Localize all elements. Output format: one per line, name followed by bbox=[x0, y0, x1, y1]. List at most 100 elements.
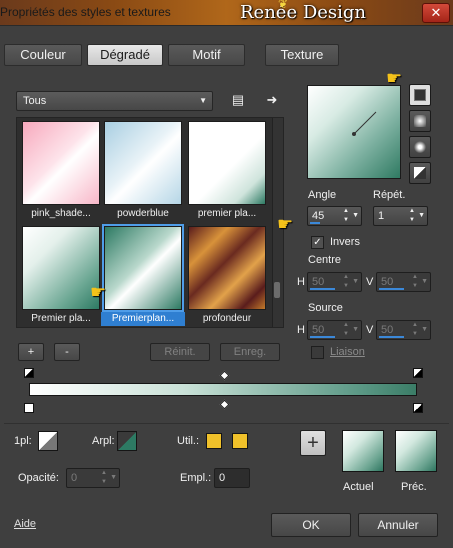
gradient-thumb[interactable] bbox=[188, 226, 266, 310]
spinner-arrows-icon[interactable]: ▲ ▼ bbox=[412, 273, 418, 291]
chevron-down-icon[interactable]: ▼ bbox=[421, 321, 428, 339]
add-stop-button[interactable]: + bbox=[18, 343, 44, 361]
color-stop-bottom-right[interactable] bbox=[413, 403, 423, 413]
gradient-thumb[interactable] bbox=[22, 226, 100, 310]
linear-icon bbox=[414, 89, 426, 101]
gradient-thumb[interactable] bbox=[104, 121, 182, 205]
invert-checkbox[interactable]: ✓ bbox=[311, 236, 324, 249]
close-button[interactable]: ✕ bbox=[422, 3, 450, 23]
source-label: Source bbox=[308, 302, 343, 314]
thumb-label: premier pla... bbox=[197, 208, 257, 219]
help-link[interactable]: Aide bbox=[14, 518, 36, 530]
back-plane-swatch[interactable] bbox=[117, 431, 137, 451]
center-v-input[interactable]: 50 ▲ ▼ ▼ bbox=[376, 272, 431, 292]
spinner-arrows-icon[interactable]: ▲ ▼ bbox=[101, 469, 107, 487]
value-bar bbox=[310, 222, 320, 224]
util-label: Util.: bbox=[177, 435, 199, 447]
gradient-thumb[interactable] bbox=[22, 121, 100, 205]
value-bar bbox=[379, 336, 404, 338]
gradient-thumb-selected[interactable] bbox=[102, 224, 184, 312]
center-h-input[interactable]: 50 ▲ ▼ ▼ bbox=[307, 272, 362, 292]
thumb-label: Premier pla... bbox=[31, 313, 91, 324]
cancel-button[interactable]: Annuler bbox=[358, 513, 438, 537]
util-color-chip[interactable] bbox=[206, 433, 222, 449]
sunburst-style-button[interactable] bbox=[409, 162, 431, 184]
source-h-label: H bbox=[297, 324, 305, 336]
chevron-down-icon[interactable]: ▼ bbox=[352, 273, 359, 291]
center-h-value: 50 bbox=[312, 276, 325, 288]
midpoint-bottom-marker[interactable] bbox=[219, 399, 230, 410]
scrollbar-thumb[interactable] bbox=[274, 282, 280, 298]
util-color-chip[interactable] bbox=[232, 433, 248, 449]
spinner-arrows-icon[interactable]: ▲ ▼ bbox=[412, 321, 418, 339]
save-button[interactable]: Enreg. bbox=[220, 343, 280, 361]
angle-label: Angle bbox=[308, 189, 337, 201]
reset-button[interactable]: Réinit. bbox=[150, 343, 210, 361]
center-v-label: V bbox=[366, 276, 374, 288]
ok-button[interactable]: OK bbox=[271, 513, 351, 537]
tab-texture[interactable]: Texture bbox=[265, 44, 339, 66]
chevron-down-icon[interactable]: ▼ bbox=[110, 469, 117, 487]
gradient-preview[interactable] bbox=[307, 85, 401, 179]
plus-icon: + bbox=[307, 432, 319, 454]
source-v-input[interactable]: 50 ▲ ▼ ▼ bbox=[376, 320, 431, 340]
source-v-value: 50 bbox=[381, 324, 394, 336]
radial-style-button[interactable] bbox=[409, 136, 431, 158]
chevron-down-icon[interactable]: ▼ bbox=[352, 207, 359, 225]
spinner-arrows-icon[interactable]: ▲ ▼ bbox=[409, 207, 415, 225]
gradient-thumb[interactable] bbox=[188, 121, 266, 205]
window-title: Propriétés des styles et textures bbox=[0, 5, 171, 19]
opacity-input[interactable]: 0 ▲ ▼ ▼ bbox=[66, 468, 120, 488]
tab-degrade[interactable]: Dégradé bbox=[87, 44, 163, 66]
spinner-arrows-icon[interactable]: ▲ ▼ bbox=[343, 207, 349, 225]
previous-preview[interactable] bbox=[395, 430, 437, 472]
add-swatch-button[interactable]: + bbox=[300, 430, 326, 456]
empl-value: 0 bbox=[219, 472, 226, 484]
chevron-down-icon[interactable]: ▼ bbox=[418, 207, 425, 225]
pointing-hand-icon: ☛ bbox=[277, 214, 294, 234]
tab-couleur[interactable]: Couleur bbox=[4, 44, 82, 66]
chevron-down-icon: ▼ bbox=[199, 96, 207, 105]
source-v-label: V bbox=[366, 324, 374, 336]
butterfly-icon: ❦ bbox=[278, 0, 289, 11]
tab-motif[interactable]: Motif bbox=[168, 44, 245, 66]
document-icon[interactable]: ▤ bbox=[230, 92, 246, 108]
radial-icon bbox=[414, 141, 426, 153]
thumb-label: pink_shade... bbox=[31, 208, 91, 219]
midpoint-top-marker[interactable] bbox=[219, 370, 230, 381]
gradient-editor-bar[interactable] bbox=[29, 383, 417, 396]
empl-input[interactable]: 0 bbox=[214, 468, 250, 488]
spinner-arrows-icon[interactable]: ▲ ▼ bbox=[343, 321, 349, 339]
color-stop-top-right[interactable] bbox=[413, 368, 423, 378]
pointing-hand-icon: ☛ bbox=[90, 282, 107, 302]
source-h-input[interactable]: 50 ▲ ▼ ▼ bbox=[307, 320, 362, 340]
opacity-value: 0 bbox=[71, 472, 78, 484]
value-bar bbox=[310, 288, 335, 290]
arrow-right-icon[interactable]: ➜ bbox=[264, 92, 280, 108]
link-label: Liaison bbox=[330, 346, 365, 358]
repeat-input[interactable]: 1 ▲ ▼ ▼ bbox=[373, 206, 428, 226]
current-preview[interactable] bbox=[342, 430, 384, 472]
color-stop-top-left[interactable] bbox=[24, 368, 34, 378]
angle-input[interactable]: 45 ▲ ▼ ▼ bbox=[307, 206, 362, 226]
first-plane-swatch[interactable] bbox=[38, 431, 58, 451]
category-dropdown[interactable]: Tous ▼ bbox=[16, 91, 213, 111]
chevron-down-icon[interactable]: ▼ bbox=[421, 273, 428, 291]
empl-label: Empl.: bbox=[180, 472, 212, 484]
link-checkbox[interactable] bbox=[311, 346, 324, 359]
repeat-label: Répét. bbox=[373, 189, 406, 201]
rectangular-style-button[interactable] bbox=[409, 110, 431, 132]
sunburst-icon bbox=[414, 167, 426, 179]
color-stop-bottom-left[interactable] bbox=[24, 403, 34, 413]
center-v-value: 50 bbox=[381, 276, 394, 288]
spinner-arrows-icon[interactable]: ▲ ▼ bbox=[343, 273, 349, 291]
opacity-label: Opacité: bbox=[18, 472, 59, 484]
chevron-down-icon[interactable]: ▼ bbox=[352, 321, 359, 339]
rectangular-icon bbox=[414, 115, 426, 127]
thumb-label: profondeur bbox=[202, 313, 252, 324]
thumb-label: powderblue bbox=[117, 208, 169, 219]
linear-style-button[interactable] bbox=[409, 84, 431, 106]
invert-label: Invers bbox=[330, 236, 360, 248]
remove-stop-button[interactable]: - bbox=[54, 343, 80, 361]
repeat-value: 1 bbox=[378, 210, 385, 222]
